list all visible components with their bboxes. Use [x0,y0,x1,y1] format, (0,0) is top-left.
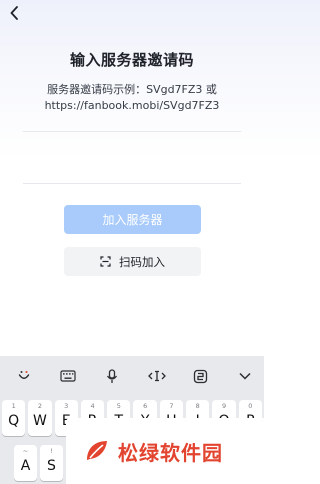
invite-code-input[interactable] [23,140,241,176]
chevron-left-icon [10,6,18,20]
key-q[interactable]: 1Q [2,400,26,436]
keyboard-toolbar [0,356,264,396]
key-w[interactable]: 2W [28,400,52,436]
clipboard-icon[interactable] [188,363,214,389]
join-server-label: 加入服务器 [102,213,163,227]
invite-code-hint: 服务器邀请码示例：SVgd7FZ3 或 https://fanbook.mobi… [0,82,264,114]
watermark-text: 松绿软件园 [118,440,223,465]
input-bottom-divider [23,183,241,184]
site-watermark: 松绿软件园 [66,418,264,484]
scan-to-join-label: 扫码加入 [119,254,165,269]
key-s[interactable]: ! S [40,445,63,481]
scan-to-join-button[interactable]: 扫码加入 [64,247,201,276]
cursor-move-icon[interactable] [144,363,170,389]
key-a[interactable]: ~ A [14,445,37,481]
input-top-divider [23,131,241,132]
page-title: 输入服务器邀请码 [69,51,194,69]
collapse-keyboard-icon[interactable] [232,363,258,389]
back-button[interactable] [4,2,26,24]
leaf-logo-icon [87,441,107,460]
keyboard-icon[interactable] [55,363,81,389]
hint-line-1: 服务器邀请码示例：SVgd7FZ3 或 [47,83,217,96]
emoji-icon[interactable] [11,363,37,389]
microphone-icon[interactable] [99,363,125,389]
scan-icon [100,256,111,267]
hint-line-2: https://fanbook.mobi/SVgd7FZ3 [44,99,220,112]
join-server-button[interactable]: 加入服务器 [64,205,201,234]
